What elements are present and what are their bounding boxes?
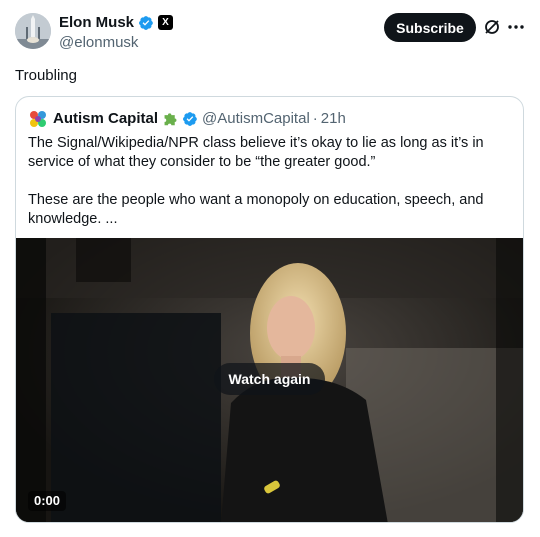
author-avatar[interactable]	[15, 13, 51, 49]
verified-icon[interactable]	[138, 15, 154, 31]
subscribe-button[interactable]: Subscribe	[384, 13, 476, 42]
more-icon[interactable]	[506, 18, 526, 36]
tweet-text: Troubling	[15, 67, 77, 84]
quoted-tweet-body: The Signal/Wikipedia/NPR class believe i…	[28, 134, 514, 229]
watch-again-button[interactable]: Watch again	[214, 363, 325, 395]
video-timestamp: 0:00	[28, 491, 67, 511]
author-handle[interactable]: @elonmusk	[59, 33, 173, 52]
quoted-paragraph-2: These are the people who want a monopoly…	[28, 192, 484, 227]
dot-separator: ·	[312, 110, 318, 127]
quoted-paragraph-1: The Signal/Wikipedia/NPR class believe i…	[28, 135, 484, 170]
video-player[interactable]: Watch again 0:00	[16, 238, 523, 522]
autism-capital-logo-icon[interactable]	[28, 109, 48, 129]
quoted-tweet[interactable]: Autism Capital @AutismCapital · 21h The …	[15, 96, 524, 523]
quoted-author-handle[interactable]: @AutismCapital	[202, 110, 310, 127]
grok-icon[interactable]	[483, 18, 501, 36]
quoted-tweet-header: Autism Capital @AutismCapital · 21h	[28, 109, 346, 128]
quoted-timestamp[interactable]: 21h	[321, 110, 346, 127]
author-name-row: Elon Musk X	[59, 13, 174, 32]
x-affiliation-badge[interactable]: X	[158, 15, 174, 30]
puzzle-piece-icon	[162, 110, 179, 127]
quoted-author-name[interactable]: Autism Capital	[53, 110, 158, 127]
author-name[interactable]: Elon Musk	[59, 13, 134, 32]
verified-icon[interactable]	[182, 111, 198, 127]
author-info: Elon Musk X @elonmusk	[59, 13, 174, 52]
rocket-launch-avatar-icon	[15, 13, 51, 49]
tweet-card[interactable]: Elon Musk X @elonmusk Subscribe Troublin…	[0, 0, 540, 537]
